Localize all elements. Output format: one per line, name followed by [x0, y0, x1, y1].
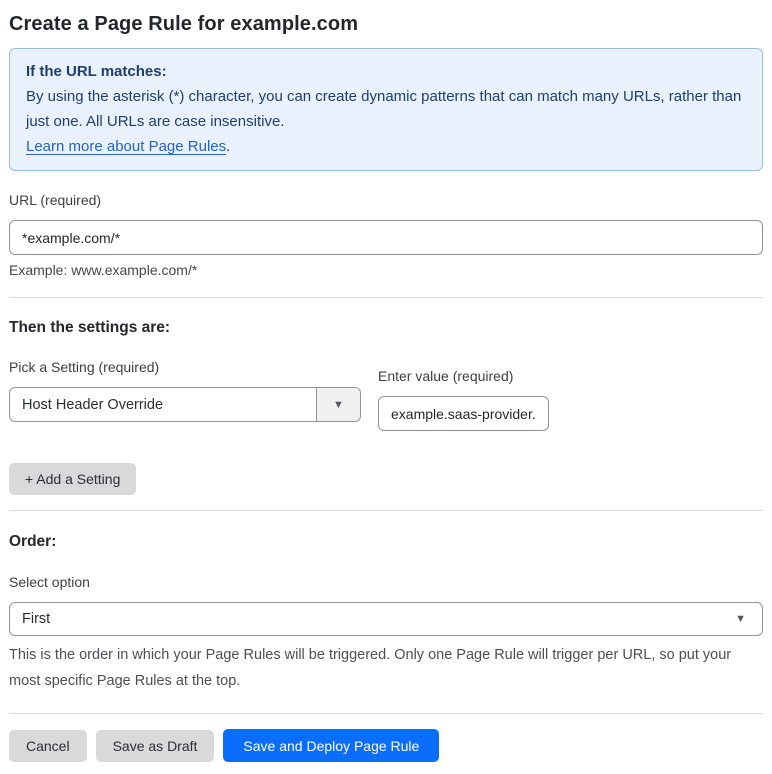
setting-picker-label: Pick a Setting (required) — [9, 359, 160, 375]
add-setting-button[interactable]: + Add a Setting — [9, 463, 137, 495]
chevron-down-icon: ▼ — [333, 398, 344, 411]
cancel-button[interactable]: Cancel — [9, 729, 87, 762]
info-box-link-line: Learn more about Page Rules. — [26, 134, 746, 159]
dropdown-arrow-button[interactable]: ▼ — [316, 388, 360, 421]
setting-value-label: Enter value (required) — [378, 368, 514, 384]
info-box-body: By using the asterisk (*) character, you… — [26, 88, 742, 130]
url-input[interactable] — [9, 220, 763, 255]
setting-picker-selected-value: Host Header Override — [22, 396, 164, 413]
save-as-draft-button[interactable]: Save as Draft — [95, 729, 215, 762]
divider — [9, 510, 763, 511]
order-help-text: This is the order in which your Page Rul… — [9, 647, 732, 689]
order-select-label: Select option — [9, 574, 90, 590]
order-section-heading: Order: — [9, 533, 57, 550]
page-title: Create a Page Rule for example.com — [9, 13, 359, 35]
order-select[interactable]: First ▼ — [9, 602, 763, 636]
setting-value-input[interactable] — [378, 396, 549, 431]
info-box-heading: If the URL matches: — [26, 63, 167, 80]
setting-picker-column: Pick a Setting (required) Host Header Ov… — [9, 358, 361, 422]
setting-value-column: Enter value (required) — [378, 367, 549, 431]
link-suffix: . — [226, 138, 231, 155]
divider — [9, 297, 763, 298]
url-example-hint: Example: www.example.com/* — [9, 262, 198, 278]
url-field-label: URL (required) — [9, 192, 102, 208]
save-and-deploy-button[interactable]: Save and Deploy Page Rule — [223, 729, 440, 762]
order-selected-value: First — [22, 611, 51, 627]
settings-row: Pick a Setting (required) Host Header Ov… — [9, 358, 763, 431]
chevron-down-icon: ▼ — [735, 613, 746, 625]
setting-picker-select[interactable]: Host Header Override ▼ — [9, 387, 361, 422]
url-match-info-box: If the URL matches: By using the asteris… — [9, 48, 763, 171]
settings-section-heading: Then the settings are: — [9, 319, 171, 336]
learn-more-link[interactable]: Learn more about Page Rules — [26, 138, 226, 155]
footer-actions: Cancel Save as Draft Save and Deploy Pag… — [9, 729, 763, 762]
divider — [9, 713, 763, 714]
